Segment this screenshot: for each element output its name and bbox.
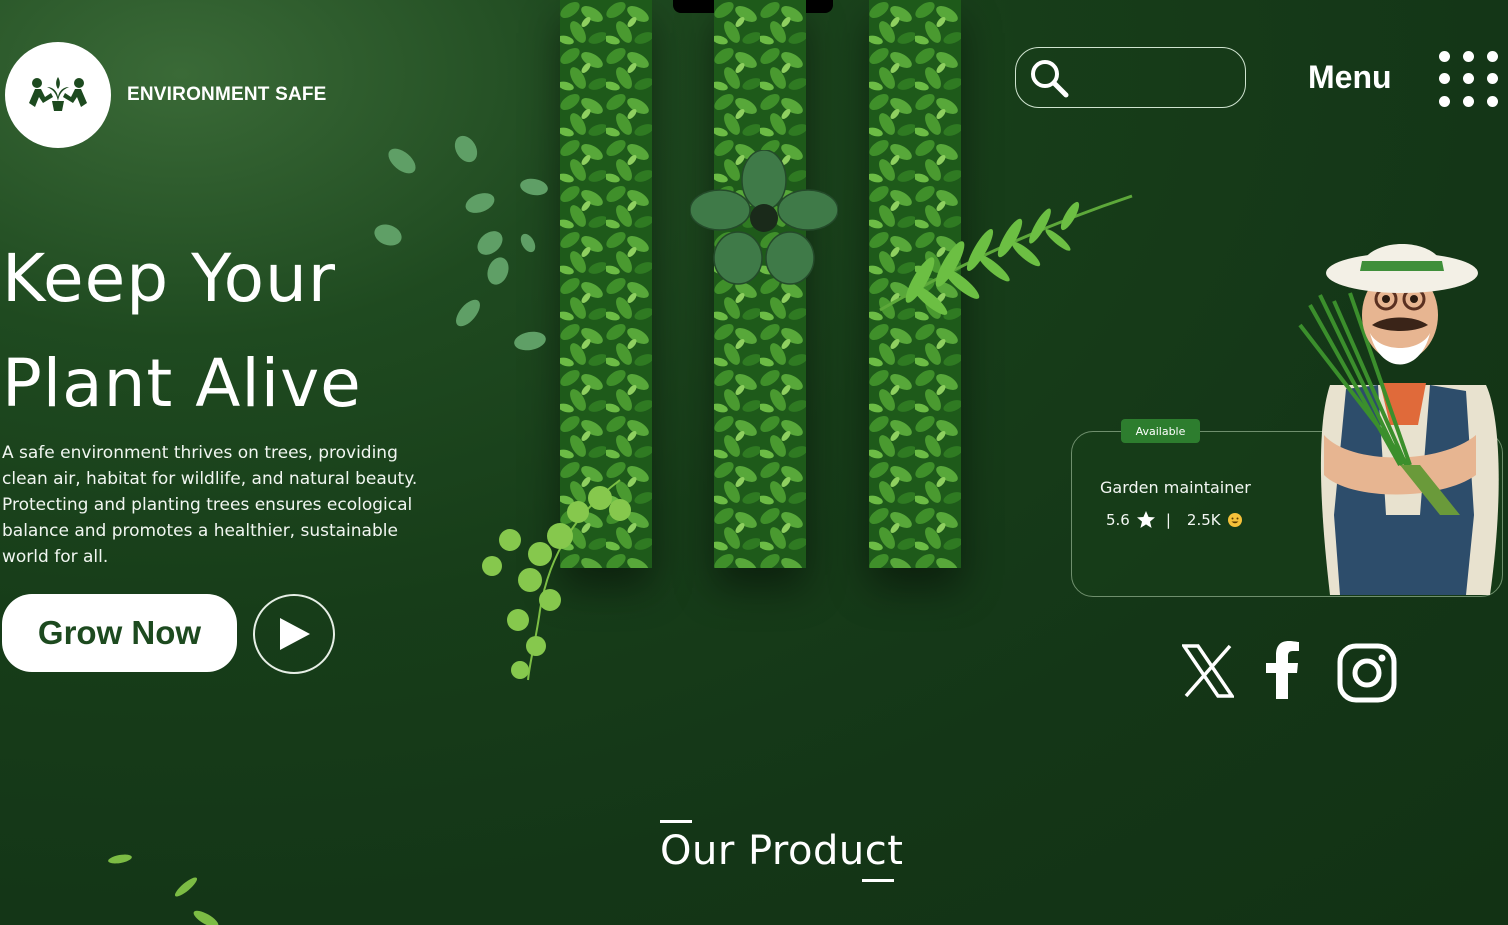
play-icon: [280, 618, 310, 650]
availability-badge: Available: [1121, 419, 1200, 443]
x-icon[interactable]: [1180, 642, 1236, 700]
search-input[interactable]: [1078, 68, 1228, 87]
plant-people-logo-icon: [29, 77, 87, 111]
play-button[interactable]: [253, 594, 335, 674]
stats-separator: |: [1165, 511, 1171, 529]
search-icon: [1031, 59, 1069, 97]
followers-count: 2.5K: [1186, 511, 1221, 529]
hero-description: A safe environment thrives on trees, pro…: [2, 443, 418, 567]
emoji-icon: [1227, 513, 1242, 527]
hero-title-line1: Keep Your: [2, 240, 336, 317]
fern-decoration: [879, 194, 1133, 315]
gardener-illustration: [1298, 244, 1499, 595]
menu-label[interactable]: Menu: [1308, 59, 1392, 96]
card-stats: 5.6 | 2.5K: [1106, 510, 1243, 530]
brand-name: ENVIRONMENT SAFE: [127, 84, 327, 105]
facebook-icon[interactable]: [1262, 640, 1302, 700]
search-box[interactable]: [1015, 47, 1246, 108]
title-accent-top: [660, 820, 692, 823]
hero-title-line2: Plant Alive: [2, 345, 362, 422]
star-icon: [1136, 511, 1155, 528]
landing-page: ENVIRONMENT SAFE Menu Keep Your Plant Al…: [0, 0, 1508, 925]
flying-leaves-decoration: [374, 135, 548, 351]
bottom-leaves-decoration: [108, 854, 219, 925]
grow-now-button[interactable]: Grow Now: [2, 594, 237, 672]
title-accent-bottom: [862, 879, 894, 882]
ivy-decoration: [482, 479, 631, 681]
card-title: Garden maintainer: [1100, 478, 1251, 497]
section-title: Our Product: [660, 828, 904, 874]
logo[interactable]: [5, 42, 111, 148]
rating-value: 5.6: [1106, 511, 1130, 529]
menu-dots-icon[interactable]: [1432, 45, 1504, 113]
instagram-icon[interactable]: [1336, 642, 1398, 704]
flower-decoration: [690, 150, 838, 285]
